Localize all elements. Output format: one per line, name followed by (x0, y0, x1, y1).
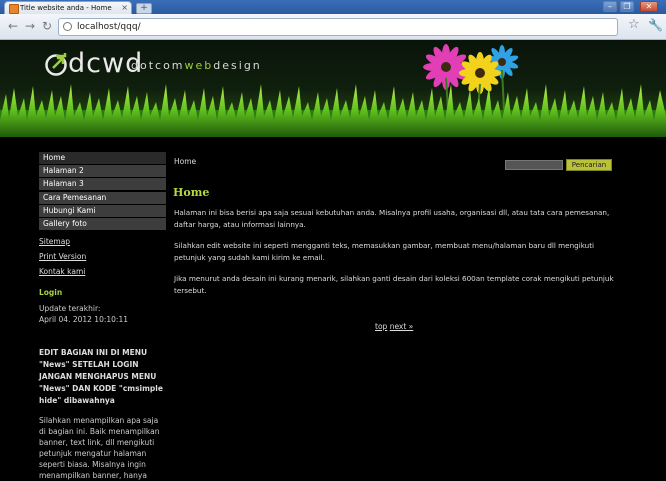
site-header-banner: dcwd dotcomwebdesign (0, 40, 666, 137)
search-input[interactable] (505, 160, 563, 170)
address-bar[interactable]: localhost/qqq/ (58, 18, 618, 36)
browser-titlebar: Title website anda - Home × + – ❐ ✕ (0, 0, 666, 14)
menu-item-halaman-2[interactable]: Halaman 2 (39, 165, 166, 179)
content-paragraph-2: Silahkan edit website ini seperti mengga… (174, 241, 595, 262)
update-value: April 04. 2012 10:10:11 (39, 314, 128, 324)
menu-item-home[interactable]: Home (39, 152, 166, 165)
edit-notice: EDIT BAGIAN INI DI MENU "News" SETELAH L… (39, 347, 163, 405)
content-paragraph-1: Halaman ini bisa berisi apa saja sesuai … (174, 208, 610, 229)
print-version-link[interactable]: Print Version (39, 252, 166, 261)
reload-icon[interactable]: ↻ (42, 19, 52, 33)
breadcrumb: Home (174, 157, 197, 166)
tagline-part-2: web (184, 59, 214, 72)
sitemap-link[interactable]: Sitemap (39, 237, 166, 246)
menu-item-halaman-3[interactable]: Halaman 3 (39, 178, 166, 192)
close-window-button[interactable]: ✕ (640, 1, 658, 12)
top-link[interactable]: top (375, 322, 387, 331)
maximize-button[interactable]: ❐ (620, 1, 634, 12)
forward-arrow-icon[interactable]: → (25, 19, 35, 33)
menu-item-cara-pemesanan[interactable]: Cara Pemesanan (39, 191, 166, 205)
pager: top next » (375, 322, 413, 331)
tagline-part-3: design (213, 59, 262, 72)
kontak-kami-link[interactable]: Kontak kami (39, 267, 166, 276)
sidebar-note: Silahkan menampilkan apa saja di bagian … (39, 415, 160, 480)
tab-title: Title website anda - Home (20, 4, 112, 12)
logo-circle-icon (45, 53, 67, 76)
search-button[interactable]: Pencarian (566, 159, 612, 171)
page-title: Home (173, 186, 210, 199)
login-link[interactable]: Login (39, 288, 166, 298)
minimize-button[interactable]: – (603, 1, 617, 12)
next-link[interactable]: next » (390, 322, 414, 331)
content-paragraph-3: Jika menurut anda desain ini kurang mena… (174, 274, 614, 295)
sidebar: Home Halaman 2 Halaman 3 Cara Pemesanan … (39, 152, 166, 481)
url-text: localhost/qqq/ (77, 22, 141, 32)
bookmark-star-icon[interactable]: ☆ (628, 18, 640, 32)
back-arrow-icon[interactable]: ← (8, 19, 18, 33)
browser-tab[interactable]: Title website anda - Home × (4, 1, 132, 14)
grass-image (0, 84, 666, 137)
tab-close-icon[interactable]: × (121, 2, 128, 14)
new-tab-button[interactable]: + (136, 3, 152, 14)
menu-item-hubungi-kami[interactable]: Hubungi Kami (39, 204, 166, 218)
browser-toolbar: ← → ↻ localhost/qqq/ ☆ 🔧 (0, 14, 666, 40)
globe-icon (63, 22, 72, 31)
site-tagline: dotcomwebdesign (131, 59, 262, 73)
update-label: Update terakhir: (39, 303, 101, 313)
wrench-menu-icon[interactable]: 🔧 (648, 18, 663, 32)
menu-item-gallery-foto[interactable]: Gallery foto (39, 217, 166, 231)
tagline-part-1: dotcom (131, 59, 185, 72)
favicon-icon (9, 4, 19, 14)
